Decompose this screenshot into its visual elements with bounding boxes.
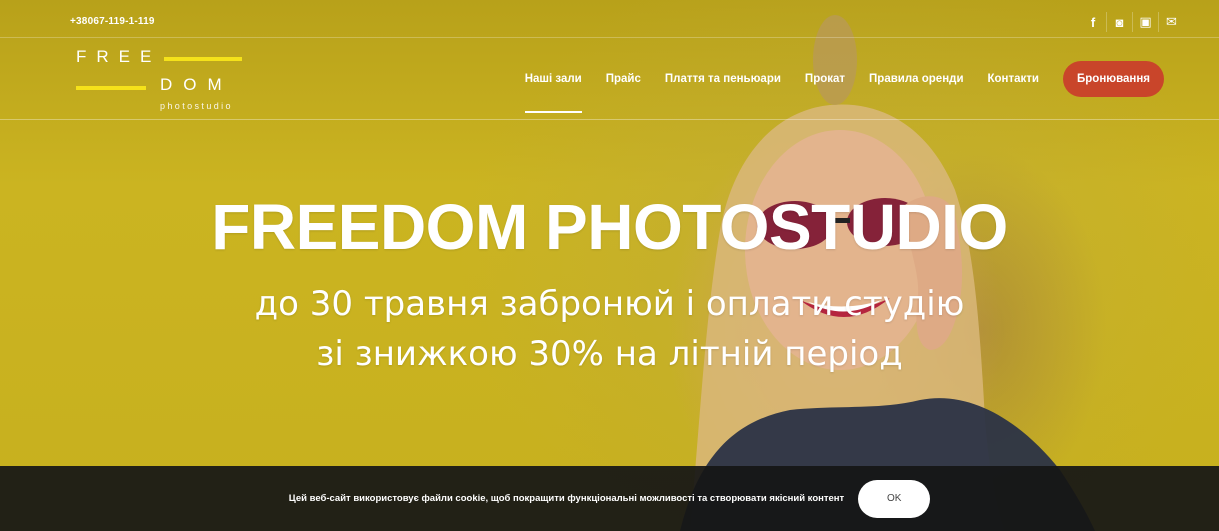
hero-title: FREEDOM PHOTOSTUDIO bbox=[211, 191, 1008, 263]
booking-button[interactable]: Бронювання bbox=[1063, 61, 1164, 97]
logo-bar-bottom bbox=[76, 86, 146, 90]
site-header: FREE DOM photostudio Наші зали Прайс Пла… bbox=[0, 38, 1219, 120]
facebook-icon[interactable]: f bbox=[1080, 12, 1106, 32]
hero-subtitle-line-1: до 30 травня забронюй і оплати студію bbox=[254, 284, 965, 324]
youtube-icon[interactable]: ▣ bbox=[1132, 12, 1158, 32]
logo-line-1: FREE bbox=[76, 47, 162, 66]
logo-subtitle: photostudio bbox=[160, 101, 233, 111]
cookie-message: Цей веб-сайт використовує файли cookie, … bbox=[288, 493, 845, 504]
cookie-banner: Цей веб-сайт використовує файли cookie, … bbox=[0, 466, 1219, 531]
nav-item-contacts[interactable]: Контакти bbox=[988, 61, 1039, 97]
logo-line-2: DOM bbox=[160, 75, 233, 94]
nav-item-rules[interactable]: Правила оренди bbox=[869, 61, 963, 97]
cookie-ok-button[interactable]: OK bbox=[858, 479, 931, 518]
page: +38067-119-1-119 f ◙ ▣ ✉ FREE DOM photos… bbox=[0, 0, 1219, 531]
top-bar: +38067-119-1-119 f ◙ ▣ ✉ bbox=[0, 0, 1219, 38]
nav-item-halls[interactable]: Наші зали bbox=[524, 61, 582, 113]
nav-item-rental[interactable]: Прокат bbox=[805, 61, 845, 97]
nav-item-dresses[interactable]: Плаття та пеньюари bbox=[665, 61, 781, 97]
nav-item-price[interactable]: Прайс bbox=[606, 61, 641, 97]
instagram-icon[interactable]: ◙ bbox=[1106, 12, 1132, 32]
logo-bar-top bbox=[164, 57, 242, 61]
logo[interactable]: FREE DOM photostudio bbox=[76, 44, 256, 114]
hero-subtitle-line-2: зі знижкою 30% на літній період bbox=[316, 334, 903, 374]
mail-icon[interactable]: ✉ bbox=[1158, 12, 1184, 32]
main-nav: Наші зали Прайс Плаття та пеньюари Прока… bbox=[501, 61, 1164, 113]
phone-number[interactable]: +38067-119-1-119 bbox=[70, 16, 155, 27]
social-links: f ◙ ▣ ✉ bbox=[1080, 12, 1184, 32]
